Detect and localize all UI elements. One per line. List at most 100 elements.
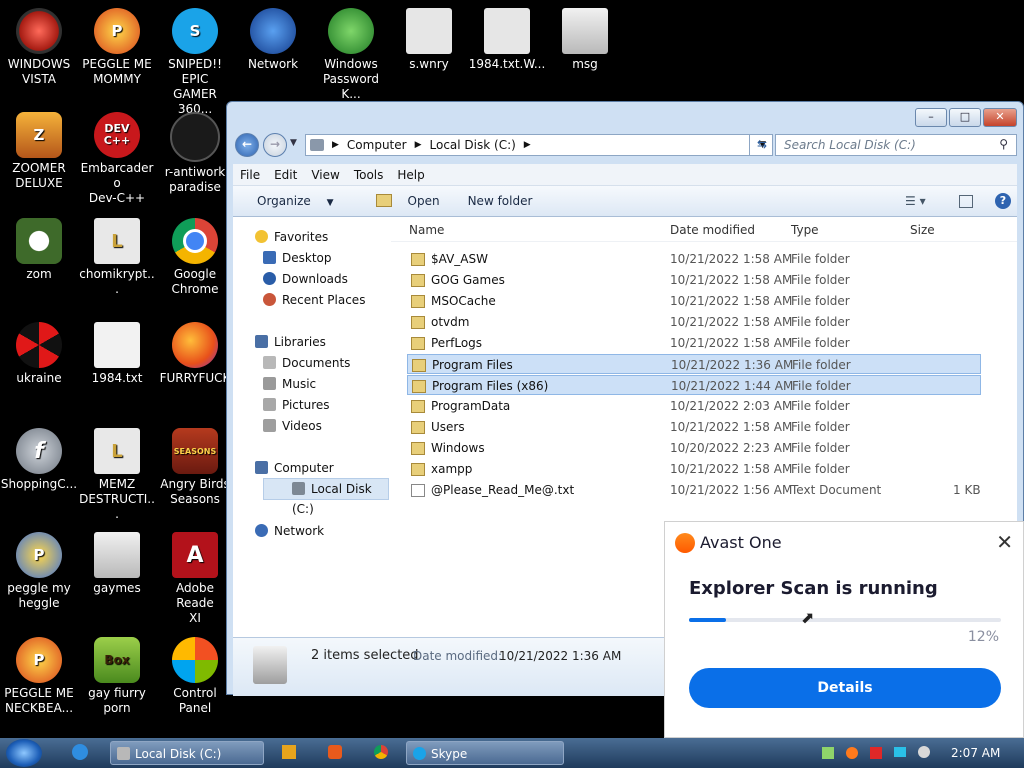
- desktop-icon-adobe-reader[interactable]: A Adobe Reade XI: [156, 532, 234, 626]
- taskbar-button-explorer[interactable]: Local Disk (C:): [110, 741, 264, 765]
- file-date: 10/21/2022 1:58 AM: [670, 252, 793, 266]
- nav-pictures[interactable]: Pictures: [263, 395, 330, 415]
- desktop-icon-peggle-me-mommy[interactable]: P PEGGLE ME MOMMY: [78, 8, 156, 87]
- help-icon[interactable]: ?: [995, 193, 1011, 209]
- file-date: 10/21/2022 1:56 AM: [670, 483, 793, 497]
- clock[interactable]: 2:07 AM: [951, 738, 1000, 768]
- desktop-icon-dev-cpp[interactable]: DEV C++ Embarcadero Dev-C++: [78, 112, 156, 206]
- desktop-icon-peggle-my-heggle[interactable]: P peggle my heggle: [0, 532, 78, 611]
- nav-downloads[interactable]: Downloads: [263, 269, 348, 289]
- organize-button[interactable]: Organize ▼: [245, 194, 334, 208]
- desktop-icon-zoomer-deluxe[interactable]: Z ZOOMER DELUXE: [0, 112, 78, 191]
- desktop-icon-1984-txt[interactable]: 1984.txt: [78, 322, 156, 386]
- recent-pages-icon[interactable]: ▼: [290, 138, 297, 148]
- desktop-icon-sniped[interactable]: S SNIPED!! EPIC GAMER 360...: [156, 8, 234, 117]
- maximize-button[interactable]: □: [949, 108, 981, 127]
- close-button[interactable]: ✕: [983, 108, 1017, 127]
- desktop-icon-angry-birds[interactable]: SEASONS Angry Birds Seasons: [156, 428, 234, 507]
- open-button[interactable]: Open: [364, 194, 440, 208]
- desktop-icon-ukraine[interactable]: ukraine: [0, 322, 78, 386]
- chrome-icon[interactable]: [374, 745, 388, 759]
- nav-favorites[interactable]: Favorites: [255, 227, 328, 247]
- file-name: MSOCache: [431, 294, 496, 308]
- column-header-size[interactable]: Size: [910, 223, 935, 237]
- start-button[interactable]: [6, 739, 42, 767]
- table-row[interactable]: $AV_ASW 10/21/2022 1:58 AM File folder: [407, 249, 981, 269]
- desktop-icon-gay-fiurry-porn[interactable]: Box gay fiurry porn: [78, 637, 156, 716]
- table-row[interactable]: MSOCache 10/21/2022 1:58 AM File folder: [407, 291, 981, 311]
- table-row[interactable]: Windows 10/20/2022 2:23 AM File folder: [407, 438, 981, 458]
- desktop-icon-1984-txt-w[interactable]: 1984.txt.W...: [468, 8, 546, 72]
- volume-icon[interactable]: [918, 746, 930, 758]
- table-row[interactable]: otvdm 10/21/2022 1:58 AM File folder: [407, 312, 981, 332]
- new-folder-button[interactable]: New folder: [468, 194, 533, 208]
- drive-icon: [117, 747, 130, 760]
- taskbar-button-skype[interactable]: Skype: [406, 741, 564, 765]
- nav-local-disk[interactable]: Local Disk (C:): [263, 478, 389, 516]
- desktop-icon-zom[interactable]: zom: [0, 218, 78, 282]
- date-modified-label: Date modified:: [413, 649, 503, 663]
- search-icon[interactable]: ⚲: [999, 137, 1008, 151]
- nav-recent-places[interactable]: Recent Places: [263, 290, 365, 310]
- search-input[interactable]: Search Local Disk (C:) ⚲: [775, 134, 1017, 156]
- desktop-icon-windows-password[interactable]: Windows Password K...: [312, 8, 390, 102]
- details-button[interactable]: Details: [689, 668, 1001, 708]
- desktop-icon-chomikrypt[interactable]: L chomikrypt...: [78, 218, 156, 297]
- address-bar[interactable]: ▶ Computer ▶ Local Disk (C:) ▶ ▼: [305, 134, 773, 156]
- monitor-icon[interactable]: [894, 747, 906, 757]
- desktop-icon-r-antiwork[interactable]: r-antiwork paradise: [156, 112, 234, 195]
- refresh-icon[interactable]: ⇆: [749, 134, 774, 156]
- table-row[interactable]: ProgramData 10/21/2022 2:03 AM File folder: [407, 396, 981, 416]
- table-row[interactable]: Users 10/21/2022 1:58 AM File folder: [407, 417, 981, 437]
- tray-icon[interactable]: [822, 747, 834, 759]
- desktop-icon-label: peggle my heggle: [7, 581, 71, 610]
- minimize-button[interactable]: –: [915, 108, 947, 127]
- desktop-icon-windows-vista[interactable]: WINDOWS VISTA: [0, 8, 78, 87]
- nav-videos[interactable]: Videos: [263, 416, 322, 436]
- table-row[interactable]: @Please_Read_Me@.txt 10/21/2022 1:56 AM Te…: [407, 480, 981, 500]
- breadcrumb-local-disk[interactable]: Local Disk (C:): [430, 138, 516, 152]
- desktop-icon-furryfuck[interactable]: FURRYFUCK: [156, 322, 234, 386]
- avast-tray-icon[interactable]: [846, 747, 858, 759]
- menu-edit[interactable]: Edit: [267, 168, 304, 182]
- flag-icon[interactable]: [870, 747, 882, 759]
- breadcrumb-computer[interactable]: Computer: [347, 138, 407, 152]
- preview-pane-icon[interactable]: [959, 194, 973, 208]
- desktop-icon-gaymes[interactable]: gaymes: [78, 532, 156, 596]
- nav-computer[interactable]: Computer: [255, 458, 334, 478]
- table-row-selected[interactable]: Program Files 10/21/2022 1:36 AM File fold…: [407, 354, 981, 374]
- desktop-icon-msg[interactable]: msg: [546, 8, 624, 72]
- table-row[interactable]: xampp 10/21/2022 1:58 AM File folder: [407, 459, 981, 479]
- desktop-icon-network[interactable]: Network: [234, 8, 312, 72]
- mouse-cursor-icon: ⬈: [801, 608, 815, 627]
- close-icon[interactable]: ✕: [996, 530, 1013, 554]
- table-row[interactable]: GOG Games 10/21/2022 1:58 AM File folder: [407, 270, 981, 290]
- menu-help[interactable]: Help: [390, 168, 431, 182]
- desktop-icon-google-chrome[interactable]: Google Chrome: [156, 218, 234, 297]
- nav-music[interactable]: Music: [263, 374, 316, 394]
- menu-view[interactable]: View: [304, 168, 346, 182]
- back-button[interactable]: ←: [235, 133, 259, 157]
- column-header-date[interactable]: Date modified: [670, 223, 755, 237]
- desktop-icon-shoppingc[interactable]: f ShoppingC...: [0, 428, 78, 492]
- paint-icon[interactable]: [328, 745, 342, 759]
- nav-network[interactable]: Network: [255, 521, 324, 541]
- column-header-name[interactable]: Name: [409, 223, 444, 237]
- column-header-type[interactable]: Type: [791, 223, 819, 237]
- table-row-selected[interactable]: Program Files (x86) 10/21/2022 1:44 AM Fil…: [407, 375, 981, 395]
- desktop-icon-label: r-antiwork paradise: [164, 165, 226, 194]
- desktop-icon-s-wnry[interactable]: s.wnry: [390, 8, 468, 72]
- desktop-icon-memz[interactable]: L MEMZ DESTRUCTI...: [78, 428, 156, 522]
- internet-explorer-icon[interactable]: [72, 744, 88, 760]
- forward-button[interactable]: →: [263, 133, 287, 157]
- desktop-icon-control-panel[interactable]: Control Panel: [156, 637, 234, 716]
- nav-libraries[interactable]: Libraries: [255, 332, 326, 352]
- nav-documents[interactable]: Documents: [263, 353, 350, 373]
- nav-desktop[interactable]: Desktop: [263, 248, 332, 268]
- menu-file[interactable]: File: [233, 168, 267, 182]
- table-row[interactable]: PerfLogs 10/21/2022 1:58 AM File folder: [407, 333, 981, 353]
- media-player-icon[interactable]: [282, 745, 296, 759]
- view-options-icon[interactable]: ☰ ▾: [905, 194, 926, 208]
- menu-tools[interactable]: Tools: [347, 168, 391, 182]
- desktop-icon-peggle-me-neckbea[interactable]: P PEGGLE ME NECKBEA...: [0, 637, 78, 716]
